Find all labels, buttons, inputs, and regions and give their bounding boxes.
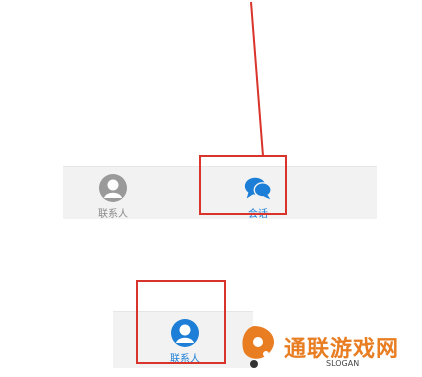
watermark-slogan: SLOGAN	[326, 359, 360, 368]
highlight-box-chat-tab	[199, 155, 287, 215]
person-icon	[98, 173, 128, 203]
highlight-box-contacts-tab	[136, 280, 226, 364]
watermark-logo-icon	[242, 326, 275, 368]
site-watermark: 通联游戏网 SLOGAN	[240, 322, 418, 372]
tab-contacts[interactable]: 联系人	[83, 167, 143, 220]
tab-contacts-label: 联系人	[98, 209, 128, 220]
